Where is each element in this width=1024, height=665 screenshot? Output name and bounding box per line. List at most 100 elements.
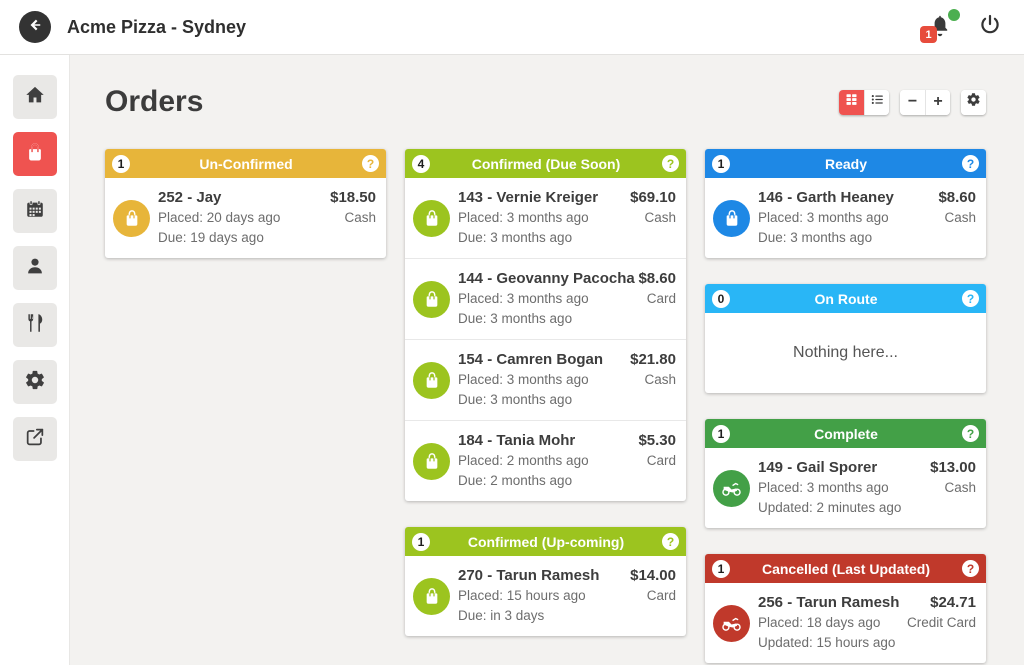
gear-icon <box>24 369 46 396</box>
column-count-badge: 1 <box>712 155 730 173</box>
order-due: Due: 3 months ago <box>758 228 930 248</box>
order-placed: Placed: 3 months ago <box>758 208 930 228</box>
column-title: Un-Confirmed <box>130 156 362 172</box>
notifications-button[interactable]: 1 <box>928 13 954 41</box>
order-card[interactable]: 256 - Tarun Ramesh Placed: 18 days ago U… <box>705 583 986 663</box>
power-icon <box>978 13 1002 42</box>
order-payment: Cash <box>330 208 376 228</box>
order-payment: Card <box>630 586 676 606</box>
order-card[interactable]: 143 - Vernie Kreiger Placed: 3 months ag… <box>405 178 686 258</box>
order-card[interactable]: 270 - Tarun Ramesh Placed: 15 hours ago … <box>405 556 686 636</box>
sidebar-item-home[interactable] <box>13 75 57 119</box>
notification-count-badge: 1 <box>920 26 937 43</box>
order-card[interactable]: 184 - Tania Mohr Placed: 2 months ago Du… <box>405 420 686 501</box>
top-bar: Acme Pizza - Sydney 1 <box>0 0 1024 55</box>
order-card[interactable]: 144 - Geovanny Pacocha Placed: 3 months … <box>405 258 686 339</box>
external-link-icon <box>24 426 46 453</box>
help-icon[interactable]: ? <box>662 533 679 550</box>
column-count-badge: 1 <box>712 560 730 578</box>
column-count-badge: 4 <box>412 155 430 173</box>
board-settings-button[interactable] <box>961 90 986 115</box>
order-price: $18.50 <box>330 188 376 208</box>
order-title: 270 - Tarun Ramesh <box>458 566 622 586</box>
order-title: 256 - Tarun Ramesh <box>758 593 899 613</box>
sidebar-item-customers[interactable] <box>13 246 57 290</box>
kanban-board: 1 Un-Confirmed ? 252 - Jay Placed: 20 da… <box>105 149 986 665</box>
order-title: 146 - Garth Heaney <box>758 188 930 208</box>
column-title: Ready <box>730 156 962 172</box>
bag-icon <box>413 281 450 318</box>
order-price: $69.10 <box>630 188 676 208</box>
person-icon <box>24 255 46 282</box>
order-card[interactable]: 154 - Camren Bogan Placed: 3 months ago … <box>405 339 686 420</box>
column-complete: 1 Complete ? 149 - Gail Sporer Placed: 3… <box>705 419 986 528</box>
order-card[interactable]: 252 - Jay Placed: 20 days ago Due: 19 da… <box>105 178 386 258</box>
help-icon[interactable]: ? <box>362 155 379 172</box>
motorcycle-icon <box>713 470 750 507</box>
list-view-icon <box>870 92 885 112</box>
order-payment: Cash <box>630 208 676 228</box>
column-confirmed-due-soon: 4 Confirmed (Due Soon) ? 143 - Vernie Kr… <box>405 149 686 501</box>
grid-view-button[interactable] <box>839 90 864 115</box>
order-due: Due: in 3 days <box>458 606 622 626</box>
calendar-icon <box>24 198 46 225</box>
help-icon[interactable]: ? <box>962 290 979 307</box>
back-button[interactable] <box>19 11 51 43</box>
bag-icon <box>113 200 150 237</box>
order-payment: Card <box>638 451 676 471</box>
column-ready: 1 Ready ? 146 - Garth Heaney Placed: 3 m… <box>705 149 986 258</box>
order-card[interactable]: 146 - Garth Heaney Placed: 3 months ago … <box>705 178 986 258</box>
column-title: Confirmed (Due Soon) <box>430 156 662 172</box>
order-price: $5.30 <box>638 431 676 451</box>
order-card[interactable]: 149 - Gail Sporer Placed: 3 months ago U… <box>705 448 986 528</box>
order-payment: Credit Card <box>907 613 976 633</box>
column-unconfirmed: 1 Un-Confirmed ? 252 - Jay Placed: 20 da… <box>105 149 386 258</box>
sidebar-item-menu[interactable] <box>13 303 57 347</box>
motorcycle-icon <box>713 605 750 642</box>
help-icon[interactable]: ? <box>962 425 979 442</box>
order-updated: Updated: 2 minutes ago <box>758 498 922 518</box>
column-on-route: 0 On Route ? Nothing here... <box>705 284 986 393</box>
order-payment: Cash <box>630 370 676 390</box>
logout-power-button[interactable] <box>978 13 1002 42</box>
column-title: On Route <box>730 291 962 307</box>
order-placed: Placed: 3 months ago <box>458 370 622 390</box>
bag-icon <box>413 578 450 615</box>
order-title: 154 - Camren Bogan <box>458 350 622 370</box>
list-view-button[interactable] <box>864 90 889 115</box>
order-price: $24.71 <box>907 593 976 613</box>
store-title: Acme Pizza - Sydney <box>67 17 928 38</box>
order-payment: Cash <box>938 208 976 228</box>
order-payment: Card <box>638 289 676 309</box>
column-title: Cancelled (Last Updated) <box>730 561 962 577</box>
order-placed: Placed: 20 days ago <box>158 208 322 228</box>
sidebar-nav <box>0 55 70 665</box>
shopping-bag-icon <box>24 141 46 168</box>
order-price: $21.80 <box>630 350 676 370</box>
help-icon[interactable]: ? <box>962 155 979 172</box>
gear-icon <box>966 92 981 112</box>
zoom-out-button[interactable]: − <box>900 90 925 115</box>
order-payment: Cash <box>930 478 976 498</box>
order-due: Due: 3 months ago <box>458 390 622 410</box>
order-title: 184 - Tania Mohr <box>458 431 630 451</box>
help-icon[interactable]: ? <box>662 155 679 172</box>
sidebar-item-calendar[interactable] <box>13 189 57 233</box>
grid-view-icon <box>844 92 859 112</box>
order-placed: Placed: 2 months ago <box>458 451 630 471</box>
order-price: $14.00 <box>630 566 676 586</box>
sidebar-item-external[interactable] <box>13 417 57 461</box>
sidebar-item-orders[interactable] <box>13 132 57 176</box>
bag-icon <box>413 362 450 399</box>
order-placed: Placed: 3 months ago <box>458 289 630 309</box>
column-count-badge: 1 <box>712 425 730 443</box>
arrow-left-icon <box>26 16 44 39</box>
zoom-in-button[interactable]: + <box>925 90 950 115</box>
order-updated: Updated: 15 hours ago <box>758 633 899 653</box>
help-icon[interactable]: ? <box>962 560 979 577</box>
order-due: Due: 2 months ago <box>458 471 630 491</box>
sidebar-item-settings[interactable] <box>13 360 57 404</box>
order-placed: Placed: 3 months ago <box>458 208 622 228</box>
board-toolbar: − + <box>839 90 986 115</box>
order-title: 143 - Vernie Kreiger <box>458 188 622 208</box>
